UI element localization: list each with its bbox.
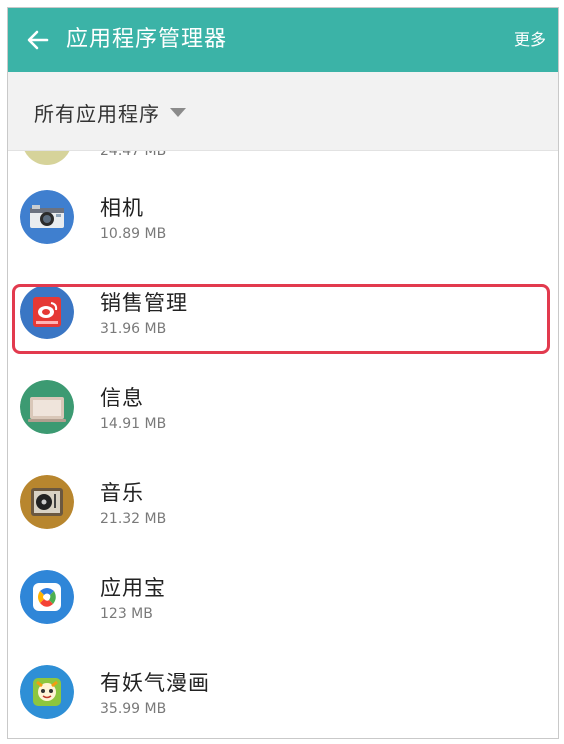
comic-icon <box>20 665 74 719</box>
back-arrow-icon <box>27 30 49 50</box>
app-store-icon <box>20 570 74 624</box>
list-item-partial[interactable]: 24.47 MB <box>8 151 558 165</box>
app-name: 有妖气漫画 <box>100 671 210 695</box>
app-bar: 应用程序管理器 更多 <box>8 8 558 72</box>
app-size: 123 MB <box>100 606 153 622</box>
music-icon <box>20 475 74 529</box>
app-icon <box>22 151 72 165</box>
sales-app-icon <box>20 285 74 339</box>
app-size: 14.91 MB <box>100 416 167 432</box>
dropdown-caret-icon <box>170 107 186 117</box>
list-item-sales[interactable]: 销售管理 31.96 MB <box>8 265 558 360</box>
app-size: 21.32 MB <box>100 511 167 527</box>
filter-bar: 所有应用程序 <box>8 72 558 151</box>
list-item-app-store[interactable]: 应用宝 123 MB <box>8 550 558 645</box>
list-item-camera[interactable]: 相机 10.89 MB <box>8 170 558 265</box>
app-name: 应用宝 <box>100 576 166 600</box>
list-item-messages[interactable]: 信息 14.91 MB <box>8 360 558 455</box>
back-button[interactable] <box>16 18 60 62</box>
app-name: 音乐 <box>100 481 144 505</box>
camera-icon <box>20 190 74 244</box>
app-list[interactable]: 24.47 MB 相机 10.89 MB 销售管理 31.96 MB 信息 14… <box>8 151 558 738</box>
phone-screen: 应用程序管理器 更多 所有应用程序 24.47 MB 相机 10.89 MB 销… <box>7 7 559 739</box>
app-name: 相机 <box>100 196 144 220</box>
page-title: 应用程序管理器 <box>66 27 228 52</box>
app-name: 信息 <box>100 386 144 410</box>
list-item-music[interactable]: 音乐 21.32 MB <box>8 455 558 550</box>
app-size: 10.89 MB <box>100 226 167 242</box>
app-size: 24.47 MB <box>100 151 167 159</box>
more-button[interactable]: 更多 <box>510 24 550 56</box>
app-name: 销售管理 <box>100 291 188 315</box>
list-item-comic[interactable]: 有妖气漫画 35.99 MB <box>8 645 558 738</box>
filter-label: 所有应用程序 <box>34 101 160 126</box>
app-filter-dropdown[interactable]: 所有应用程序 <box>34 92 186 132</box>
app-size: 31.96 MB <box>100 321 167 337</box>
messages-icon <box>20 380 74 434</box>
app-size: 35.99 MB <box>100 701 167 717</box>
